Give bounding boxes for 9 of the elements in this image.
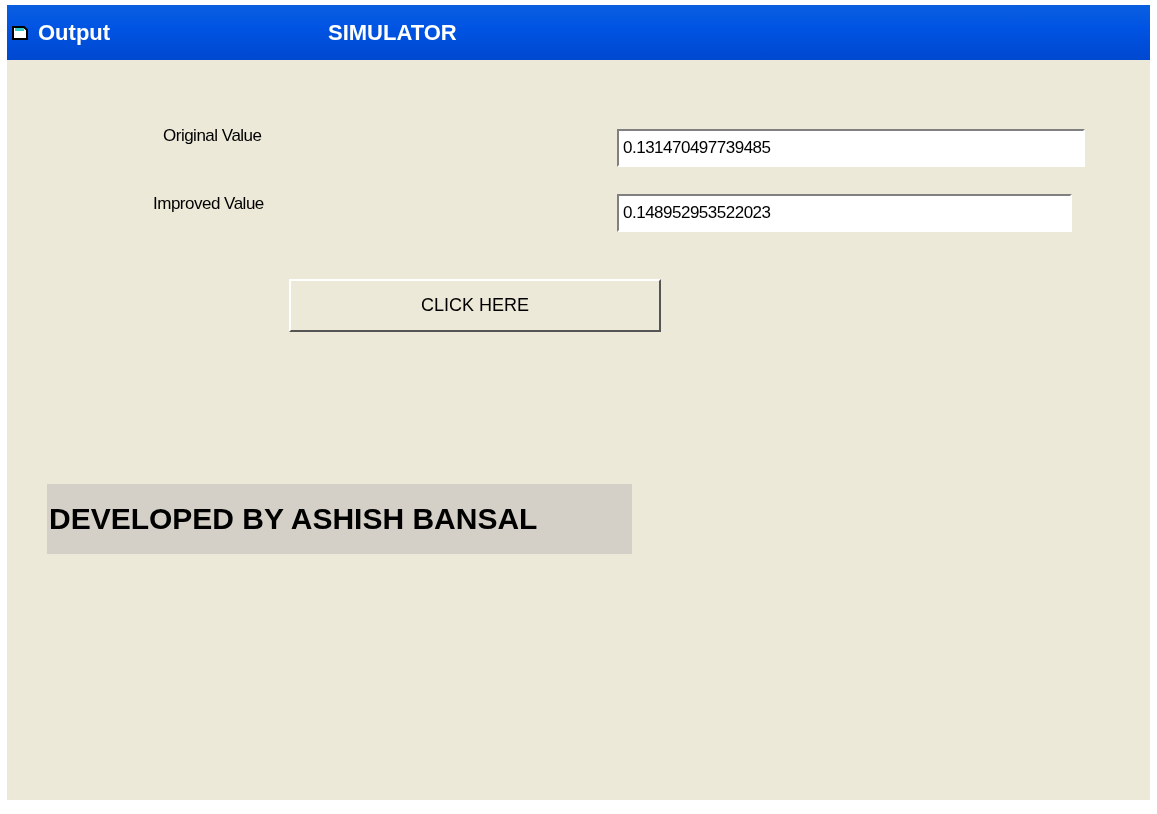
input-field[interactable]: 0.148952953522023 <box>617 194 1072 232</box>
click-button[interactable]: CLICK HERE <box>289 279 661 332</box>
credit-label: DEVELOPED BY ASHISH BANSAL <box>47 484 632 554</box>
window-title: Output <box>38 19 112 46</box>
field-label: Improved Value <box>153 194 265 214</box>
field-label: Original Value <box>163 126 263 146</box>
input-field[interactable]: 0.131470497739485 <box>617 129 1085 167</box>
window-icon <box>12 24 30 41</box>
window-caption: SIMULATOR <box>328 19 457 46</box>
